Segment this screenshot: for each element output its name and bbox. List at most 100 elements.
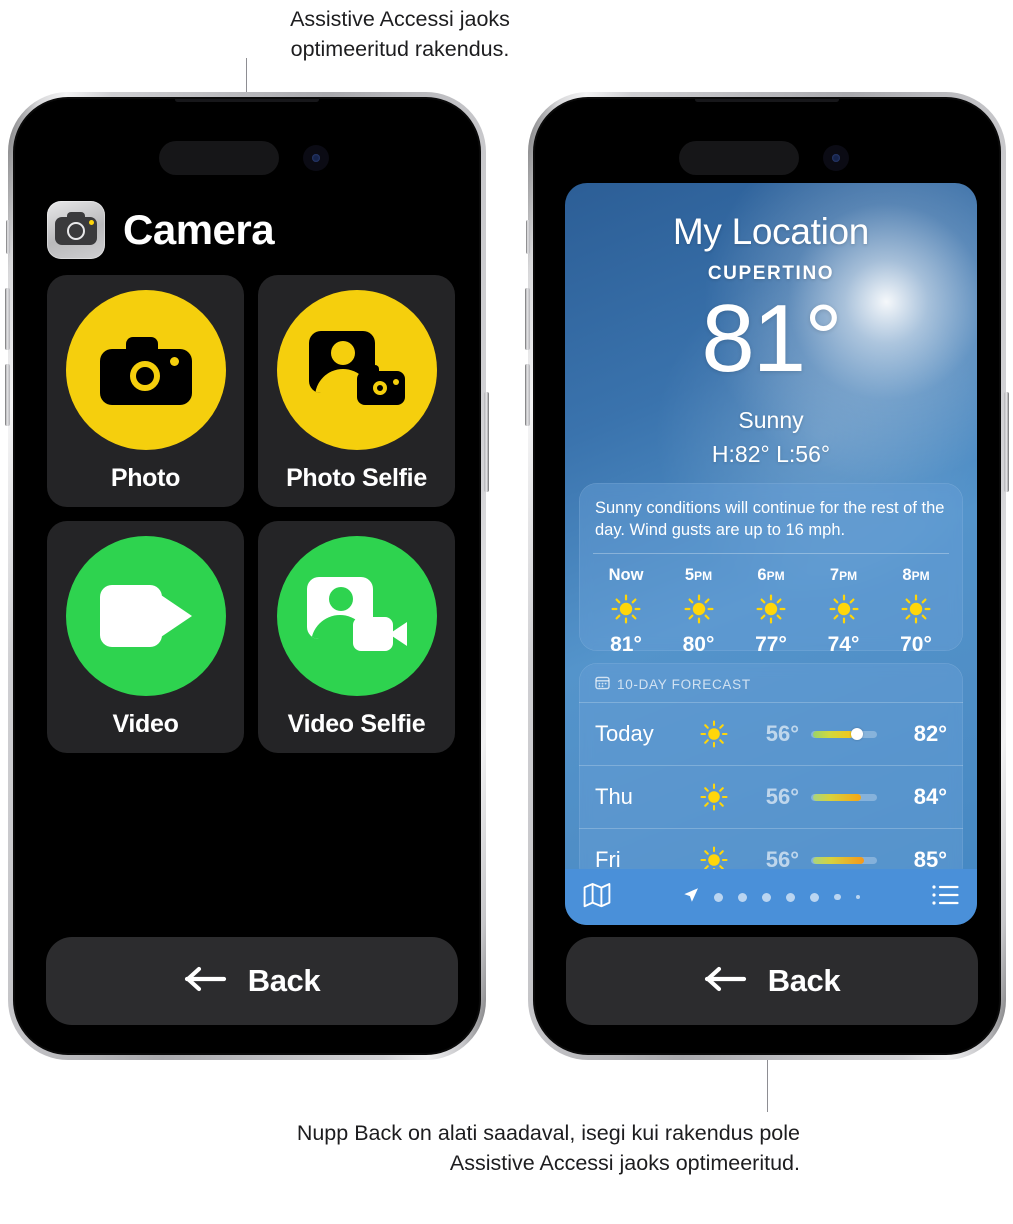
tile-video-label: Video	[112, 709, 179, 738]
hour-temp: 77°	[755, 633, 787, 656]
sun-icon	[756, 594, 786, 624]
hour-suffix: PM	[694, 569, 713, 583]
volume-up-button[interactable]	[525, 288, 530, 350]
volume-down-button[interactable]	[5, 364, 10, 426]
sun-icon	[611, 594, 641, 624]
temperature-range-bar	[811, 793, 877, 801]
hour-temp: 74°	[827, 633, 860, 656]
hour-item: 8PM 70°	[887, 566, 945, 657]
tile-photo-selfie[interactable]: Photo Selfie	[258, 275, 455, 507]
tenday-header-label: 10-DAY FORECAST	[617, 676, 751, 692]
sun-icon	[687, 783, 741, 811]
volume-up-button[interactable]	[5, 288, 10, 350]
hour-suffix: PM	[911, 569, 930, 583]
silent-switch[interactable]	[6, 220, 10, 254]
hour-suffix: PM	[766, 569, 785, 583]
list-icon[interactable]	[932, 884, 959, 911]
location-arrow-icon[interactable]	[683, 887, 699, 908]
earpiece-speaker	[175, 99, 319, 102]
camera-mode-grid: Photo Photo Selfie Video Video Selfie	[47, 275, 455, 753]
photo-selfie-disc	[276, 289, 437, 450]
video-selfie-disc	[276, 535, 437, 696]
map-icon[interactable]	[583, 882, 611, 913]
sun-icon	[901, 594, 931, 624]
calendar-icon	[595, 675, 610, 693]
arrow-left-icon	[184, 964, 228, 999]
day-name: Today	[595, 721, 654, 746]
hour-item: Now 81°	[597, 566, 655, 657]
day-low: 56°	[765, 784, 799, 809]
back-button[interactable]: Back	[566, 937, 978, 1025]
camera-app-icon	[47, 201, 105, 259]
hour-temp: 70°	[900, 633, 932, 656]
back-button-label: Back	[767, 963, 841, 998]
weather-temperature: 81°	[701, 285, 842, 392]
camera-icon	[99, 335, 192, 405]
weather-app-panel: My Location CUPERTINO 81° Sunny H:82° L:…	[565, 183, 977, 925]
sun-icon	[684, 594, 714, 624]
silent-switch[interactable]	[526, 220, 530, 254]
sun-icon	[687, 720, 741, 748]
tenday-row[interactable]: Thu 56° 84°	[579, 765, 963, 828]
hour-time: 8	[902, 566, 912, 584]
hour-item: 6PM 77°	[742, 566, 800, 657]
day-name: Thu	[595, 784, 633, 809]
hour-time: 7	[829, 566, 840, 584]
tile-photo-selfie-label: Photo Selfie	[286, 463, 427, 492]
earpiece-speaker	[695, 99, 839, 102]
weather-toolbar	[565, 869, 977, 925]
page-dot[interactable]	[786, 892, 796, 902]
volume-down-button[interactable]	[525, 364, 530, 426]
tile-video-selfie[interactable]: Video Selfie	[258, 521, 455, 753]
video-disc	[65, 535, 226, 696]
dynamic-island	[679, 141, 799, 175]
phone-right: My Location CUPERTINO 81° Sunny H:82° L:…	[525, 92, 1009, 1060]
hour-time: 6	[757, 566, 767, 584]
temperature-range-bar	[811, 728, 877, 740]
phone-left-screen: Camera Photo Photo Selfie Video Video Se…	[13, 97, 481, 1055]
hour-time: 5	[684, 566, 695, 584]
day-high: 82°	[913, 721, 947, 746]
video-selfie-icon	[306, 576, 407, 655]
weather-location: My Location	[672, 211, 870, 252]
hour-time: Now	[608, 566, 644, 584]
front-camera-icon	[823, 145, 849, 171]
back-button-label: Back	[247, 963, 321, 998]
tile-photo-label: Photo	[110, 463, 181, 492]
page-dot[interactable]	[762, 892, 772, 902]
photo-disc	[65, 289, 226, 450]
hour-item: 7PM 74°	[815, 566, 873, 657]
power-button[interactable]	[484, 392, 489, 492]
day-low: 56°	[765, 721, 799, 746]
back-button[interactable]: Back	[46, 937, 458, 1025]
tenday-forecast-card[interactable]: 10-DAY FORECAST Today 56° 82° Thu 56° 84…	[579, 663, 963, 883]
arrow-left-icon	[704, 964, 748, 999]
tile-video-selfie-label: Video Selfie	[287, 709, 426, 738]
hourly-list: Now 81° 5PM 80° 6PM 77° 7PM 74° 8PM 70°	[579, 554, 963, 657]
camera-selfie-icon	[308, 330, 405, 409]
page-title: Camera	[123, 206, 275, 253]
hour-suffix: PM	[839, 569, 858, 583]
day-high: 84°	[913, 784, 947, 809]
tile-photo[interactable]: Photo	[47, 275, 244, 507]
phone-left: Camera Photo Photo Selfie Video Video Se…	[5, 92, 489, 1060]
tile-video[interactable]: Video	[47, 521, 244, 753]
power-button[interactable]	[1004, 392, 1009, 492]
tenday-header: 10-DAY FORECAST	[579, 663, 963, 702]
weather-high-low: H:82° L:56°	[711, 441, 831, 467]
page-dot[interactable]	[738, 892, 748, 902]
page-dot[interactable]	[714, 892, 724, 902]
dynamic-island	[159, 141, 279, 175]
page-dot[interactable]	[810, 892, 820, 902]
hour-item: 5PM 80°	[670, 566, 728, 657]
page-dot[interactable]	[855, 895, 860, 899]
tenday-row[interactable]: Today 56° 82°	[579, 702, 963, 765]
sun-icon	[829, 594, 859, 624]
page-dots[interactable]	[683, 887, 860, 908]
hourly-summary-text: Sunny conditions will continue for the r…	[595, 499, 945, 539]
page-dot[interactable]	[834, 893, 841, 901]
weather-condition: Sunny	[738, 407, 804, 433]
hour-temp: 80°	[682, 633, 715, 656]
hourly-forecast-card[interactable]: Sunny conditions will continue for the r…	[579, 483, 963, 656]
app-header: Camera	[47, 201, 275, 259]
